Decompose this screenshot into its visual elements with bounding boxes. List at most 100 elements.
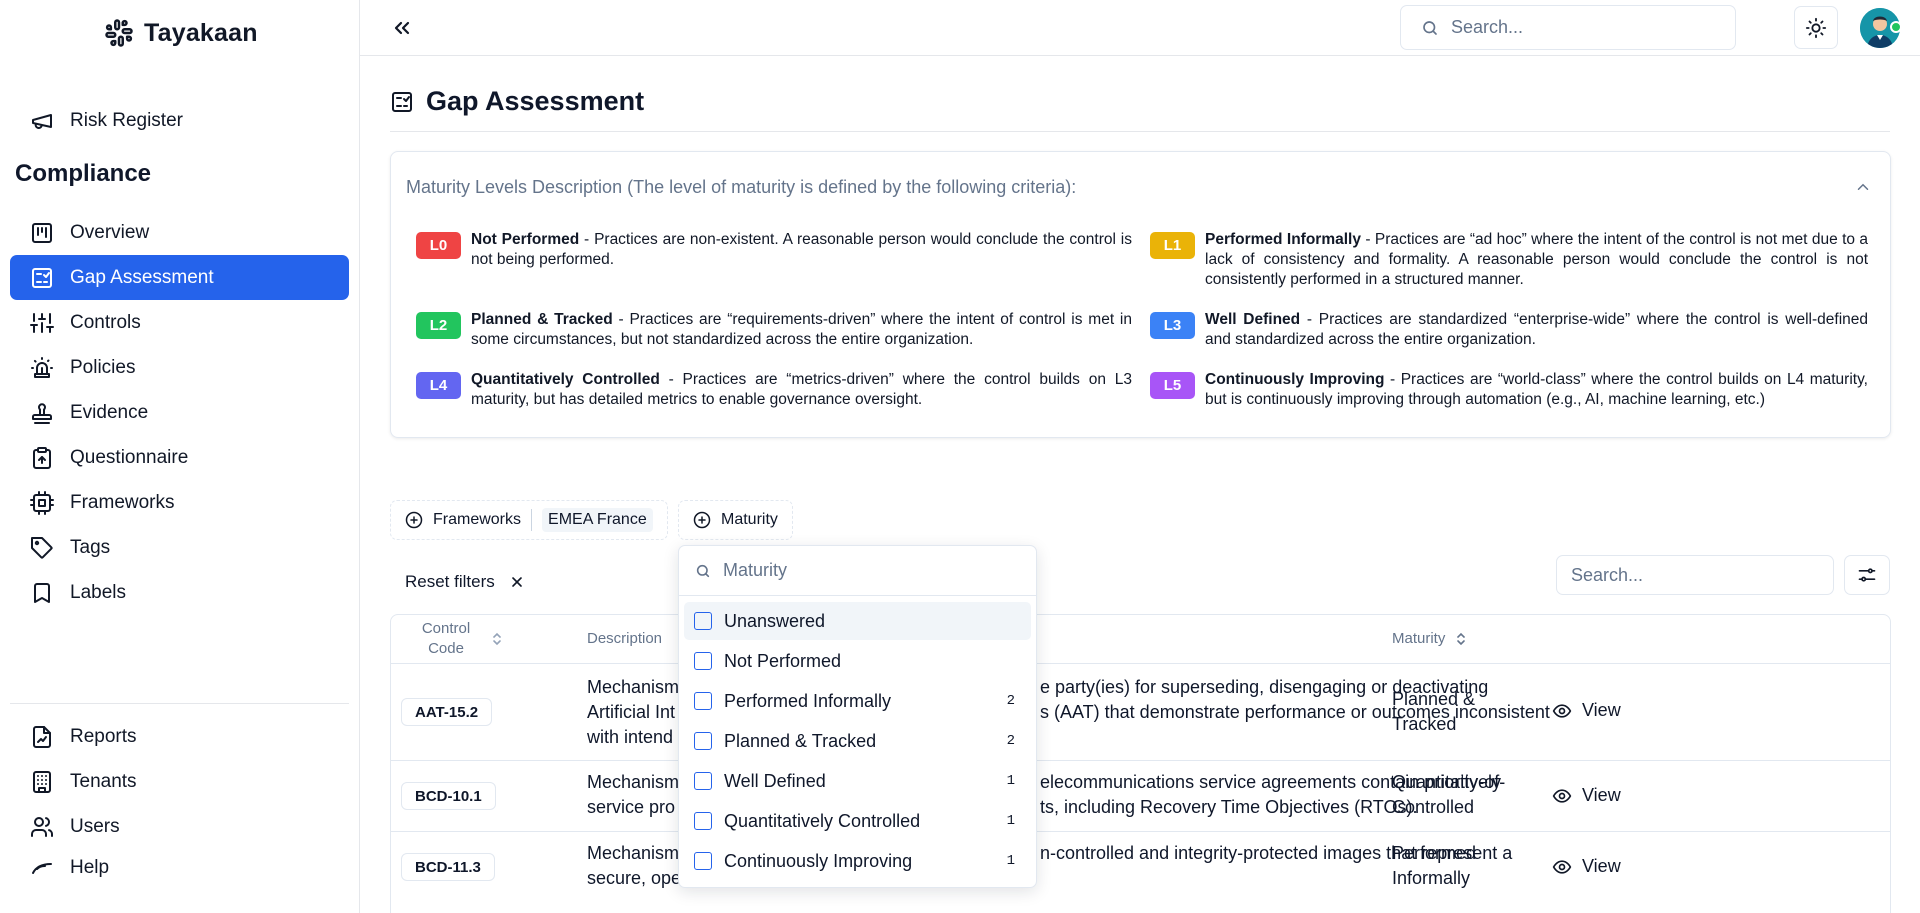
sidebar-item-label: Frameworks: [70, 491, 175, 513]
frameworks-filter-button[interactable]: Frameworks EMEA France: [390, 500, 668, 540]
collapse-sidebar-button[interactable]: [388, 14, 416, 42]
search-icon: [696, 564, 710, 577]
control-code-badge[interactable]: BCD-11.3: [401, 853, 495, 881]
maturity-option-not-performed[interactable]: Not Performed: [684, 642, 1031, 680]
chevron-up-icon[interactable]: [1854, 178, 1872, 196]
sidebar-item-label: Evidence: [70, 401, 149, 423]
column-header-maturity[interactable]: Maturity: [1392, 630, 1467, 647]
sidebar-item-label: Labels: [70, 581, 126, 603]
sidebar-item-evidence[interactable]: Evidence: [10, 390, 349, 435]
view-button[interactable]: View: [1552, 785, 1621, 806]
search-icon: [1423, 20, 1437, 35]
frameworks-filter-label: Frameworks: [433, 511, 522, 528]
sidebar-item-label: Gap Assessment: [70, 266, 214, 288]
stamp-icon: [32, 402, 52, 424]
view-button[interactable]: View: [1552, 856, 1621, 877]
file-chart-icon: [33, 725, 51, 748]
view-button[interactable]: View: [1552, 700, 1621, 721]
main-content: Gap Assessment Maturity Levels Descripti…: [360, 56, 1920, 913]
table-search-input[interactable]: [1556, 555, 1834, 595]
checkbox[interactable]: [694, 732, 712, 750]
checkbox[interactable]: [694, 612, 712, 630]
option-label: Continuously Improving: [724, 850, 913, 871]
sidebar-item-overview[interactable]: Overview: [10, 210, 349, 255]
option-count: 1: [1006, 773, 1015, 789]
control-code-badge[interactable]: BCD-10.1: [401, 782, 496, 810]
maturity-option-unanswered[interactable]: Unanswered: [684, 602, 1031, 640]
checkbox[interactable]: [694, 852, 712, 870]
option-label: Quantitatively Controlled: [724, 810, 921, 831]
option-count: 2: [1006, 693, 1015, 709]
sidebar-item-questionnaire[interactable]: Questionnaire: [10, 435, 349, 480]
frameworks-filter-value: EMEA France: [542, 508, 653, 532]
sidebar-item-policies[interactable]: Policies: [10, 345, 349, 390]
maturity-option-quantitatively-controlled[interactable]: Quantitatively Controlled 1: [684, 802, 1031, 840]
option-label: Performed Informally: [724, 690, 892, 711]
column-header-label: Maturity: [1392, 630, 1446, 647]
maturity-option-well-defined[interactable]: Well Defined 1: [684, 762, 1031, 800]
plus-circle-icon: [405, 511, 423, 529]
sidebar-item-help[interactable]: Help: [10, 849, 349, 879]
sidebar-item-users[interactable]: Users: [10, 804, 349, 849]
maturity-level-l3: L3 Well Defined - Practices are standard…: [1150, 310, 1868, 350]
global-search[interactable]: [1400, 5, 1736, 50]
sidebar-item-frameworks[interactable]: Frameworks: [10, 480, 349, 525]
maturity-level-l2: L2 Planned & Tracked - Practices are “re…: [416, 310, 1132, 350]
help-icon: [32, 863, 52, 874]
table-row[interactable]: BCD-11.3 Mechanism secure, ope n-control…: [391, 832, 1890, 903]
app-name: Tayakaan: [144, 18, 258, 47]
app-logo[interactable]: Tayakaan: [104, 16, 258, 50]
sidebar: Tayakaan Risk Register Compliance Overvi…: [0, 0, 360, 913]
controls-table: Control Code Description Maturity AAT-15…: [390, 614, 1891, 913]
control-code-badge[interactable]: AAT-15.2: [401, 698, 493, 726]
overview-icon: [32, 222, 52, 243]
maturity-option-planned-tracked[interactable]: Planned & Tracked 2: [684, 722, 1031, 760]
sidebar-item-label: Questionnaire: [70, 446, 189, 468]
level-name: Planned & Tracked: [471, 311, 613, 328]
level-badge: L5: [1150, 372, 1195, 399]
maturity-filter-button[interactable]: Maturity: [678, 500, 793, 540]
maturity-value: Planned & Tracked: [1392, 689, 1476, 734]
checkbox[interactable]: [694, 692, 712, 710]
level-name: Performed Informally: [1205, 231, 1361, 248]
column-header-control-code[interactable]: Control Code: [411, 619, 521, 659]
checkbox[interactable]: [694, 812, 712, 830]
table-header: Control Code Description Maturity: [391, 615, 1890, 664]
sidebar-item-tenants[interactable]: Tenants: [10, 759, 349, 804]
sidebar-item-labels[interactable]: Labels: [10, 570, 349, 615]
maturity-option-performed-informally[interactable]: Performed Informally 2: [684, 682, 1031, 720]
sidebar-item-controls[interactable]: Controls: [10, 300, 349, 345]
column-header-label: Description: [587, 630, 663, 647]
sliders-icon: [30, 312, 54, 333]
table-row[interactable]: AAT-15.2 Mechanism Artificial Int with i…: [391, 664, 1890, 761]
settings-sliders-icon: [1858, 568, 1876, 582]
sidebar-item-label: Overview: [70, 221, 150, 243]
sidebar-item-reports[interactable]: Reports: [10, 714, 349, 759]
sidebar-item-gap-assessment[interactable]: Gap Assessment: [10, 255, 349, 300]
siren-icon: [31, 356, 53, 378]
checkbox[interactable]: [694, 652, 712, 670]
sidebar-item-tags[interactable]: Tags: [10, 525, 349, 570]
gap-assessment-icon: [32, 267, 52, 288]
maturity-card-heading[interactable]: Maturity Levels Description (The level o…: [406, 177, 1076, 198]
maturity-level-l5: L5 Continuously Improving - Practices ar…: [1150, 370, 1868, 410]
maturity-option-continuously-improving[interactable]: Continuously Improving 1: [684, 842, 1031, 880]
bookmark-icon: [34, 582, 50, 603]
sidebar-item-risk-register[interactable]: Risk Register: [10, 98, 349, 143]
table-row[interactable]: BCD-10.1 Mechanism service pro elecommun…: [391, 761, 1890, 832]
theme-toggle-button[interactable]: [1794, 6, 1838, 49]
option-label: Not Performed: [724, 650, 842, 671]
eye-icon: [1552, 703, 1572, 718]
column-header-label: Control Code: [421, 620, 471, 657]
chevrons-left-icon: [394, 21, 410, 35]
tag-icon: [31, 536, 53, 559]
view-label: View: [1582, 785, 1621, 805]
global-search-input[interactable]: [1451, 17, 1711, 38]
table-view-options-button[interactable]: [1844, 555, 1890, 595]
level-badge: L0: [416, 232, 461, 259]
level-name: Not Performed: [471, 231, 580, 248]
checkbox[interactable]: [694, 772, 712, 790]
dropdown-search-input[interactable]: [723, 560, 1003, 581]
reset-filters-label: Reset filters: [405, 572, 495, 591]
reset-filters-button[interactable]: Reset filters: [405, 564, 525, 600]
